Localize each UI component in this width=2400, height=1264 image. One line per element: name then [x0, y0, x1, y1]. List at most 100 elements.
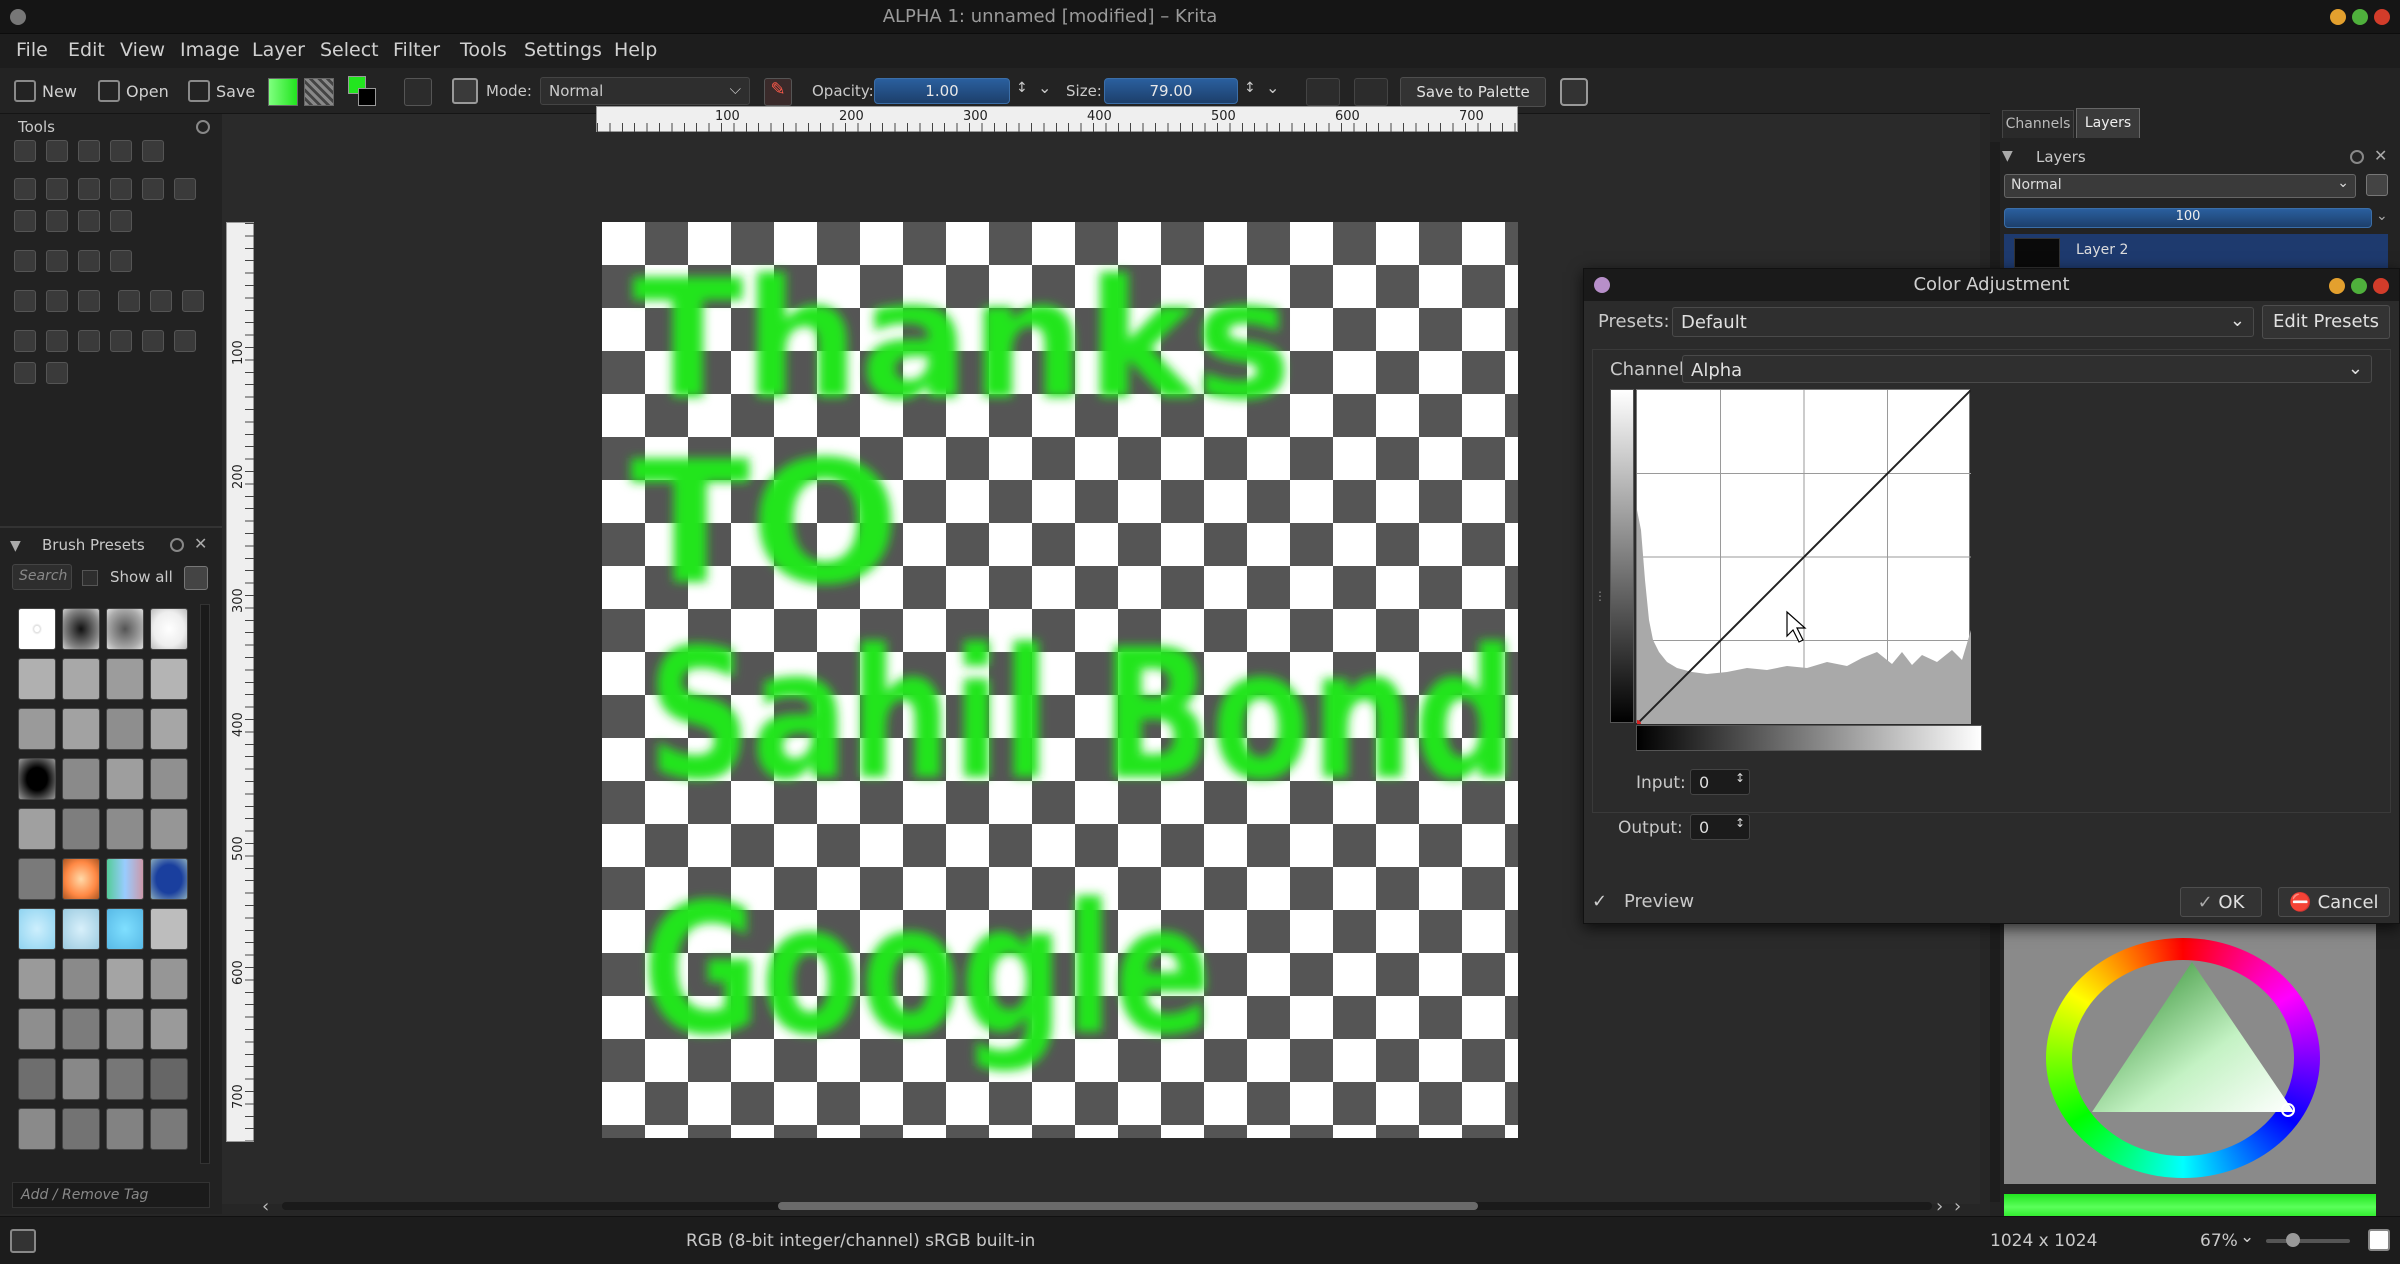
polygon-select-icon[interactable] — [78, 330, 100, 352]
stepper-icon[interactable]: ↕ — [1735, 816, 1745, 830]
minimize-button[interactable] — [2330, 9, 2346, 25]
brush-preset[interactable] — [18, 658, 56, 700]
brush-preset[interactable] — [106, 708, 144, 750]
brush-preset[interactable] — [62, 658, 100, 700]
horizontal-scrollbar[interactable] — [282, 1202, 1932, 1210]
zoom-chevron-icon[interactable]: ⌄ — [2240, 1227, 2254, 1247]
eraser-mode-icon[interactable]: ✎ — [764, 78, 792, 106]
brush-preset[interactable] — [18, 608, 56, 650]
panel-float-icon[interactable] — [196, 120, 210, 134]
color-picker-icon[interactable] — [14, 290, 36, 312]
zoom-level[interactable]: 67% — [2200, 1231, 2238, 1251]
dialog-minimize-button[interactable] — [2329, 278, 2345, 294]
brush-preset[interactable] — [106, 658, 144, 700]
collapse-icon[interactable]: ▼ — [2002, 148, 2013, 164]
brush-preset[interactable] — [150, 858, 188, 900]
brush-preset[interactable] — [18, 1008, 56, 1050]
brush-preset[interactable] — [106, 1058, 144, 1100]
fit-view-icon[interactable] — [2368, 1229, 2390, 1251]
smart-patch-icon[interactable] — [46, 290, 68, 312]
pattern-tool-icon[interactable] — [142, 140, 164, 162]
tab-layers[interactable]: Layers — [2076, 108, 2140, 138]
zoom-slider[interactable] — [2266, 1233, 2350, 1247]
brush-preset[interactable] — [106, 958, 144, 1000]
freehand-brush-icon[interactable] — [14, 178, 36, 200]
layer-row[interactable]: Layer 2 — [2004, 234, 2388, 270]
brush-panel-float-icon[interactable] — [170, 538, 184, 552]
rectangle-tool-icon[interactable] — [78, 178, 100, 200]
brush-preset[interactable] — [150, 908, 188, 950]
brush-preset[interactable] — [150, 658, 188, 700]
dialog-close-button[interactable] — [2373, 278, 2389, 294]
color-triangle[interactable] — [2004, 924, 2376, 1184]
brush-preset[interactable] — [18, 1058, 56, 1100]
brush-preset[interactable] — [18, 1108, 56, 1150]
size-chevron-icon[interactable]: ⌄ — [1266, 78, 1279, 97]
similar-select-icon[interactable] — [174, 330, 196, 352]
brush-preset[interactable] — [150, 808, 188, 850]
brush-preset[interactable] — [18, 908, 56, 950]
channel-select[interactable]: Alpha ⌄ — [1682, 355, 2372, 383]
curve-drag-handle[interactable]: ⋮ — [1594, 589, 1606, 603]
brush-settings-icon[interactable] — [452, 78, 478, 104]
zoom-slider-handle[interactable] — [2286, 1233, 2300, 1247]
selection-mode-icon[interactable] — [10, 1229, 36, 1253]
horizontal-scrollbar-thumb[interactable] — [778, 1202, 1478, 1210]
layer-properties-icon[interactable] — [2366, 174, 2388, 196]
line-tool-icon[interactable] — [46, 178, 68, 200]
outline-select-icon[interactable] — [110, 330, 132, 352]
show-all-checkbox[interactable] — [82, 570, 98, 586]
brush-preset[interactable] — [62, 858, 100, 900]
bezier-tool-icon[interactable] — [14, 210, 36, 232]
presets-select[interactable]: Default ⌄ — [1672, 307, 2254, 337]
brush-preset[interactable] — [62, 958, 100, 1000]
text-tool-icon[interactable] — [46, 140, 68, 162]
brush-preset[interactable] — [106, 758, 144, 800]
brush-preset[interactable] — [18, 858, 56, 900]
curve-editor[interactable] — [1636, 389, 1971, 724]
menu-settings[interactable]: Settings — [524, 39, 602, 61]
brush-preset[interactable] — [106, 808, 144, 850]
rect-select-icon[interactable] — [14, 330, 36, 352]
polyline-tool-icon[interactable] — [174, 178, 196, 200]
brush-preset[interactable] — [150, 1008, 188, 1050]
edit-presets-button[interactable]: Edit Presets — [2262, 305, 2390, 339]
tag-input[interactable]: Add / Remove Tag — [12, 1182, 210, 1208]
opacity-slider[interactable]: 1.00 — [874, 78, 1010, 104]
measure-tool-icon[interactable] — [110, 250, 132, 272]
brush-preset[interactable] — [18, 708, 56, 750]
brush-preset[interactable] — [150, 758, 188, 800]
mirror-horizontal-icon[interactable] — [1306, 78, 1340, 106]
assistant-tool-icon[interactable] — [118, 290, 140, 312]
brush-preset[interactable] — [62, 1058, 100, 1100]
panel-divider[interactable] — [0, 526, 222, 528]
contiguous-select-icon[interactable] — [142, 330, 164, 352]
layer-opacity-slider[interactable]: 100 — [2004, 208, 2372, 228]
close-button[interactable] — [2374, 9, 2390, 25]
mirror-vertical-icon[interactable] — [1354, 78, 1388, 106]
layers-close-icon[interactable]: ✕ — [2374, 146, 2387, 165]
size-slider[interactable]: 79.00 — [1104, 78, 1238, 104]
brush-preset[interactable] — [18, 808, 56, 850]
menu-edit[interactable]: Edit — [68, 39, 105, 61]
pattern-swatch[interactable] — [304, 78, 334, 106]
brush-preset[interactable] — [18, 958, 56, 1000]
chat-icon[interactable] — [1560, 78, 1588, 106]
brush-panel-close-icon[interactable]: ✕ — [194, 534, 207, 553]
brush-preset[interactable] — [150, 1108, 188, 1150]
crop-tool-icon[interactable] — [14, 250, 36, 272]
perspective-grid-icon[interactable] — [150, 290, 172, 312]
ellipse-tool-icon[interactable] — [110, 178, 132, 200]
drawing-canvas[interactable]: Thanks TO Sahil Bond Google — [602, 222, 1518, 1138]
brush-preset[interactable] — [62, 1008, 100, 1050]
brush-preset[interactable] — [18, 758, 56, 800]
path-tool-icon[interactable] — [46, 210, 68, 232]
brush-preset[interactable] — [150, 708, 188, 750]
calligraphy-icon[interactable] — [110, 140, 132, 162]
fill-tool-icon[interactable] — [78, 140, 100, 162]
brush-preset[interactable] — [106, 908, 144, 950]
menu-layer[interactable]: Layer — [252, 39, 305, 61]
move-tool-icon[interactable] — [46, 250, 68, 272]
select-shapes-icon[interactable] — [14, 140, 36, 162]
save-button[interactable]: Save — [188, 74, 255, 108]
